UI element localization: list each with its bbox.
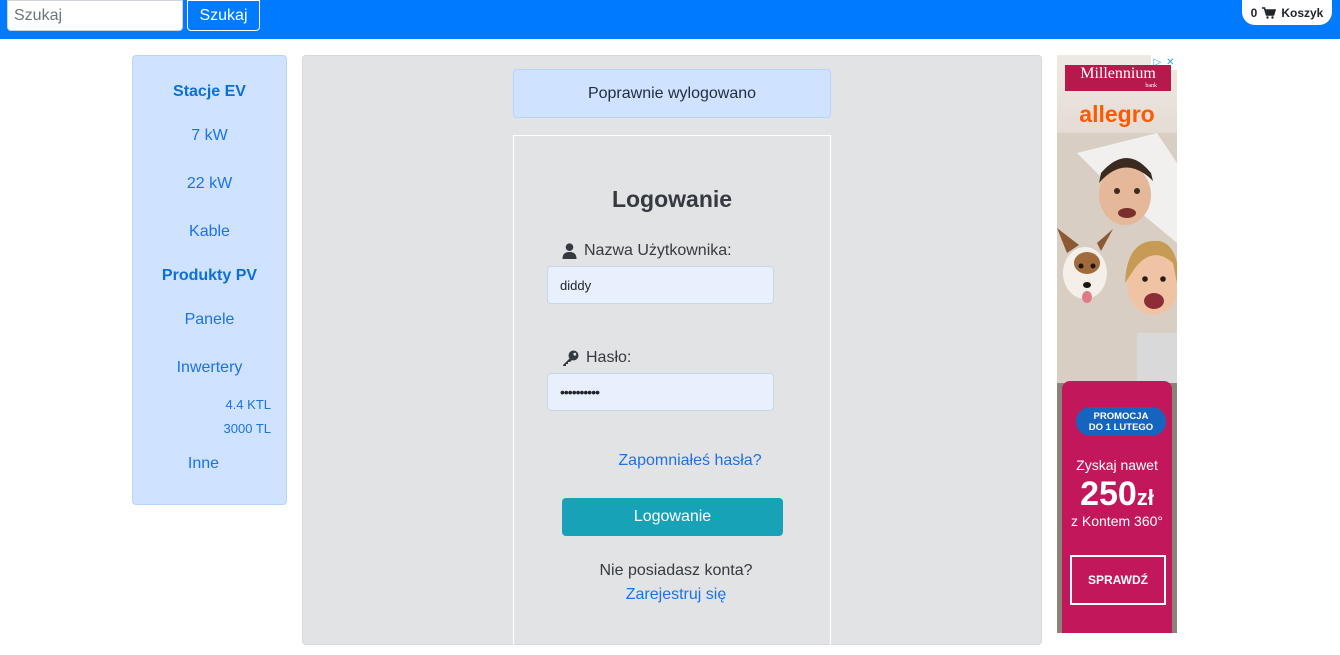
sidebar-category-pv-products[interactable]: Produkty PV xyxy=(133,267,286,285)
advertisement-banner[interactable]: ▷ ✕ Millennium bank allegro PROMOCJA DO … xyxy=(1057,55,1177,633)
ad-cta-button[interactable]: SPRAWDŹ xyxy=(1070,555,1166,605)
cart-button[interactable]: 0 Koszyk xyxy=(1242,0,1332,25)
ad-top-section: ▷ ✕ Millennium bank allegro xyxy=(1057,55,1177,383)
category-sidebar: Stacje EV 7 kW 22 kW Kable Produkty PV P… xyxy=(132,55,287,505)
sidebar-item-panels[interactable]: Panele xyxy=(133,311,286,329)
sidebar-item-22kw[interactable]: 22 kW xyxy=(133,175,286,193)
no-account-text: Nie posiadasz konta? xyxy=(599,562,753,579)
bank-logo: Millennium bank xyxy=(1065,65,1171,91)
sidebar-item-other[interactable]: Inne xyxy=(133,455,286,473)
ad-photo-image xyxy=(1057,133,1177,383)
cart-label: Koszyk xyxy=(1281,5,1324,20)
ad-headline: Zyskaj nawet xyxy=(1076,457,1158,473)
login-form: Logowanie Nazwa Użytkownika: Hasło: Zapo… xyxy=(513,135,831,655)
top-navbar: Szukaj 0 Koszyk xyxy=(0,0,1340,39)
main-content: Poprawnie wylogowano Logowanie Nazwa Uży… xyxy=(302,55,1042,655)
register-link[interactable]: Zarejestruj się xyxy=(514,586,830,604)
promo-badge: PROMOCJA DO 1 LUTEGO xyxy=(1076,407,1166,436)
sidebar-category-ev-stations[interactable]: Stacje EV xyxy=(133,83,286,101)
username-label-text: Nazwa Użytkownika: xyxy=(584,242,732,259)
username-field[interactable] xyxy=(547,266,774,304)
search-input[interactable] xyxy=(7,0,183,31)
sidebar-subitem-3000-tl[interactable]: 3000 TL xyxy=(133,421,286,436)
forgot-password-link[interactable]: Zapomniałeś hasła? xyxy=(514,452,830,470)
allegro-logo: allegro xyxy=(1079,101,1155,127)
search-button[interactable]: Szukaj xyxy=(187,0,260,31)
password-field[interactable] xyxy=(547,373,774,411)
username-label: Nazwa Użytkownika: xyxy=(562,242,732,260)
sidebar-item-inverters[interactable]: Inwertery xyxy=(133,359,286,377)
ad-amount: 250zł xyxy=(1080,475,1154,513)
cart-count: 0 xyxy=(1250,5,1258,20)
sidebar-item-cables[interactable]: Kable xyxy=(133,223,286,241)
logout-alert: Poprawnie wylogowano xyxy=(513,69,831,118)
shopping-cart-icon xyxy=(1262,6,1277,19)
user-icon xyxy=(562,243,577,259)
login-title: Logowanie xyxy=(611,186,733,212)
ad-subline: z Kontem 360° xyxy=(1071,513,1163,529)
password-label: Hasło: xyxy=(562,349,631,367)
key-icon xyxy=(563,350,579,366)
password-label-text: Hasło: xyxy=(586,349,632,366)
login-submit-button[interactable]: Logowanie xyxy=(562,498,783,536)
sidebar-item-7kw[interactable]: 7 kW xyxy=(133,127,286,145)
sidebar-subitem-4-4-ktl[interactable]: 4.4 KTL xyxy=(133,397,286,412)
ad-promo-panel: PROMOCJA DO 1 LUTEGO Zyskaj nawet 250zł … xyxy=(1062,381,1172,633)
